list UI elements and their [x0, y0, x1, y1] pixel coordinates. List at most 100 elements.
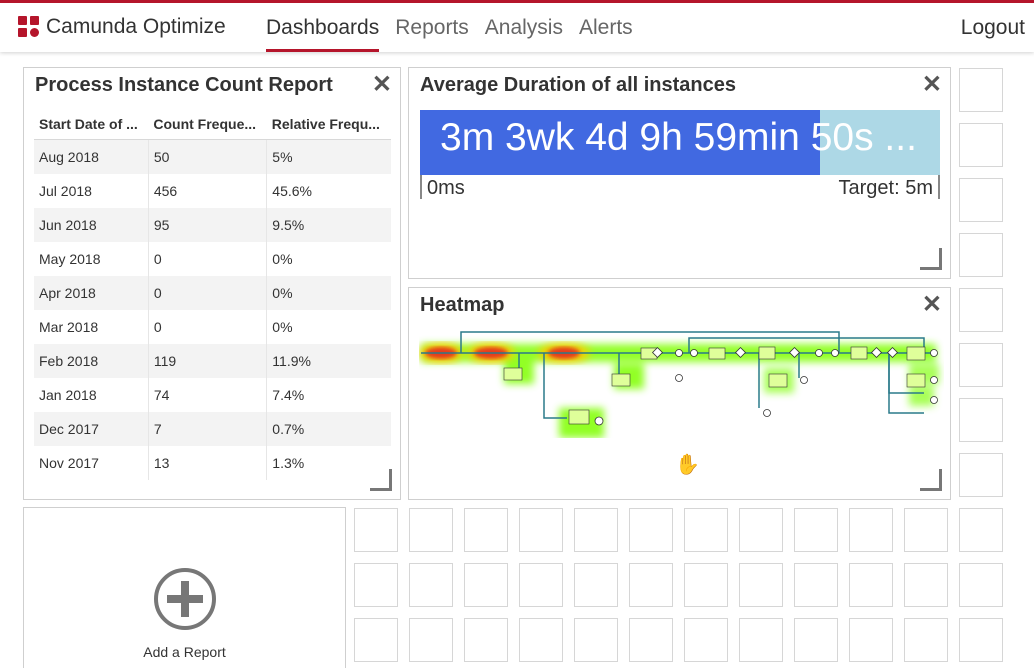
grid-cell	[739, 508, 783, 552]
grid-cell	[629, 508, 673, 552]
grid-cell	[959, 508, 1003, 552]
table-cell: Apr 2018	[39, 285, 96, 301]
table-cell: 0	[147, 310, 267, 344]
grid-cell	[409, 508, 453, 552]
grid-cell	[574, 563, 618, 607]
grid-cell	[959, 618, 1003, 662]
progress-axis: 0ms Target: 5m	[420, 175, 940, 199]
table-row: Nov 2017 13 1.3%	[34, 446, 391, 480]
grid-cell	[519, 563, 563, 607]
target-label: Target: 5m	[838, 177, 933, 199]
tile-title: Process Instance Count Report	[35, 74, 333, 96]
table-cell: 456	[147, 174, 267, 208]
add-report-tile[interactable]: Add a Report	[23, 507, 346, 668]
nav-dashboards[interactable]: Dashboards	[266, 16, 380, 52]
grid-cell	[684, 563, 728, 607]
table-cell: 7.4%	[266, 378, 391, 412]
table-row: May 2018 0 0%	[34, 242, 391, 276]
table-cell: 74	[147, 378, 267, 412]
table-cell: Jan 2018	[39, 387, 97, 403]
resize-handle-icon[interactable]	[370, 469, 392, 491]
nav-reports[interactable]: Reports	[395, 16, 469, 52]
table-row: Jun 2018 95 9.5%	[34, 208, 391, 242]
table-cell: 0%	[266, 310, 391, 344]
grid-cell	[519, 508, 563, 552]
grid-cell	[959, 123, 1003, 167]
nav-alerts[interactable]: Alerts	[579, 16, 633, 52]
nav-analysis[interactable]: Analysis	[485, 16, 563, 52]
table-cell: 7	[147, 412, 267, 446]
add-report-label: Add a Report	[143, 644, 226, 660]
resize-handle-icon[interactable]	[920, 469, 942, 491]
grid-cell	[794, 508, 838, 552]
table-cell: 50	[147, 139, 267, 174]
table-cell: 11.9%	[266, 344, 391, 378]
min-label: 0ms	[427, 177, 465, 199]
column-header[interactable]: Relative Frequ...	[266, 109, 391, 140]
grid-cell	[464, 563, 508, 607]
grid-cell	[849, 563, 893, 607]
table-cell: Aug 2018	[39, 149, 99, 165]
table-row: Feb 2018 119 11.9%	[34, 344, 391, 378]
table-cell: Jun 2018	[39, 217, 97, 233]
tile-title: Heatmap	[420, 294, 505, 316]
grid-cell	[354, 508, 398, 552]
table-cell: 0	[147, 242, 267, 276]
brand[interactable]: Camunda Optimize	[18, 15, 226, 39]
table-header-row: Start Date of ... Count Freque... Relati…	[34, 109, 391, 140]
grid-cell	[464, 508, 508, 552]
close-icon[interactable]: ✕	[922, 71, 942, 99]
heatmap-diagram[interactable]	[419, 328, 944, 438]
table-cell: 0	[147, 276, 267, 310]
logout-link[interactable]: Logout	[961, 16, 1025, 40]
report-table: Start Date of ... Count Freque... Relati…	[34, 109, 391, 480]
close-icon[interactable]: ✕	[922, 291, 942, 319]
grid-cell	[739, 618, 783, 662]
resize-handle-icon[interactable]	[920, 248, 942, 270]
plus-circle-icon[interactable]	[153, 567, 217, 631]
table-cell: 0%	[266, 276, 391, 310]
report-tile-duration[interactable]: Average Duration of all instances ✕ 3m 3…	[408, 67, 951, 279]
main-nav: Dashboards Reports Analysis Alerts	[266, 16, 649, 52]
grid-cell	[959, 68, 1003, 112]
grid-cell	[354, 618, 398, 662]
table-row: Jan 2018 74 7.4%	[34, 378, 391, 412]
table-cell: Nov 2017	[39, 455, 99, 471]
progress-bar-track: 3m 3wk 4d 9h 59min 50s ...	[420, 110, 940, 175]
grid-cell	[959, 453, 1003, 497]
table-cell: 0%	[266, 242, 391, 276]
table-cell: 45.6%	[266, 174, 391, 208]
grid-cell	[959, 178, 1003, 222]
column-header[interactable]: Start Date of ...	[34, 109, 149, 140]
table-cell: 95	[147, 208, 267, 242]
grid-cell	[574, 508, 618, 552]
grid-cell	[904, 563, 948, 607]
grid-cell	[519, 618, 563, 662]
table-row: Mar 2018 0 0%	[34, 310, 391, 344]
table-row: Jul 2018 456 45.6%	[34, 174, 391, 208]
table-cell: May 2018	[39, 251, 101, 267]
grid-cell	[409, 563, 453, 607]
grid-cell	[794, 618, 838, 662]
grid-cell	[904, 508, 948, 552]
table-cell: 13	[147, 446, 267, 480]
duration-value: 3m 3wk 4d 9h 59min 50s ...	[440, 116, 917, 159]
grid-cell	[959, 233, 1003, 277]
column-header[interactable]: Count Freque...	[148, 109, 267, 140]
grid-cell	[629, 563, 673, 607]
brand-name: Camunda Optimize	[46, 15, 226, 38]
report-tile-instance-count[interactable]: Process Instance Count Report ✕ Start Da…	[23, 67, 401, 500]
table-cell: 119	[147, 344, 267, 378]
table-cell: 0.7%	[266, 412, 391, 446]
close-icon[interactable]: ✕	[372, 71, 392, 99]
grid-cell	[409, 618, 453, 662]
table-cell: 9.5%	[266, 208, 391, 242]
table-cell: Jul 2018	[39, 183, 92, 199]
grid-cell	[959, 563, 1003, 607]
camunda-logo-icon	[18, 16, 40, 38]
grid-cell	[739, 563, 783, 607]
grid-cell	[684, 618, 728, 662]
grid-cell	[959, 288, 1003, 332]
table-cell: Mar 2018	[39, 319, 99, 335]
table-cell: 5%	[266, 139, 391, 174]
